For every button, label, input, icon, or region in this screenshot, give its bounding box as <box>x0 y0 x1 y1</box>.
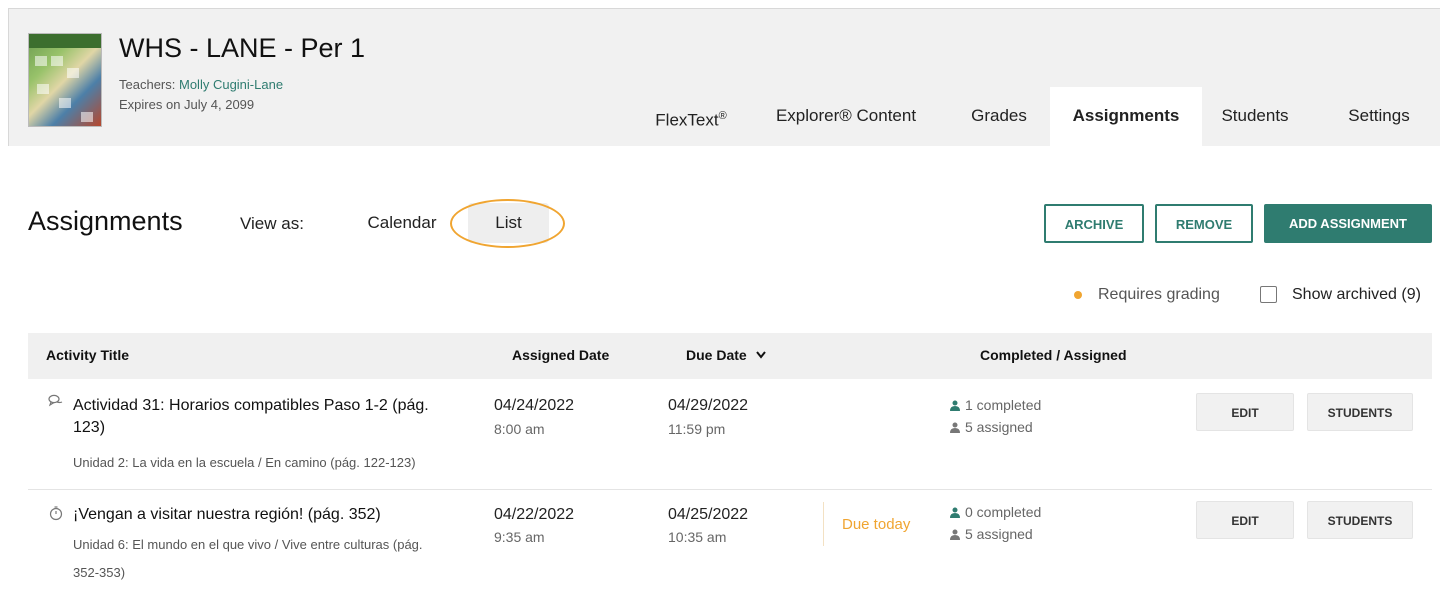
archive-button[interactable]: ARCHIVE <box>1044 204 1144 243</box>
highlight-circle <box>450 199 565 248</box>
due-time: 10:35 am <box>668 529 727 545</box>
due-date: 04/29/2022 <box>668 397 749 414</box>
requires-grading-dot-icon <box>1074 291 1082 299</box>
show-archived-checkbox[interactable] <box>1260 286 1277 303</box>
requires-grading-label: Requires grading <box>1098 286 1220 303</box>
header-due-date[interactable]: Due Date <box>686 347 767 363</box>
table-header: Activity Title Assigned Date Due Date Co… <box>28 333 1432 379</box>
students-button[interactable]: STUDENTS <box>1307 393 1413 431</box>
page-title: Assignments <box>28 206 183 236</box>
activity-title-link[interactable]: Actividad 31: Horarios compatibles Paso … <box>73 395 429 439</box>
assigned-time: 8:00 am <box>494 421 545 437</box>
assigned-time: 9:35 am <box>494 529 545 545</box>
edit-button[interactable]: EDIT <box>1196 393 1294 431</box>
due-date: 04/25/2022 <box>668 506 749 523</box>
table-row: ¡Vengan a visitar nuestra región! (pág. … <box>28 490 1432 593</box>
person-icon <box>950 400 960 411</box>
due-time: 11:59 pm <box>668 421 726 437</box>
tab-students[interactable]: Students <box>1205 87 1305 147</box>
assigned-count: 5 assigned <box>950 526 1033 542</box>
chevron-down-icon <box>755 351 766 359</box>
add-assignment-button[interactable]: ADD ASSIGNMENT <box>1264 204 1432 243</box>
due-today-badge: Due today <box>842 516 911 533</box>
person-icon <box>950 422 960 433</box>
activity-unit-text: Unidad 6: El mundo en el que vivo / Vive… <box>73 537 423 580</box>
edit-button[interactable]: EDIT <box>1196 501 1294 539</box>
stopwatch-icon <box>49 506 63 521</box>
completed-count: 0 completed <box>950 504 1041 520</box>
remove-button[interactable]: REMOVE <box>1155 204 1253 243</box>
view-calendar-button[interactable]: Calendar <box>352 203 452 243</box>
assigned-date: 04/24/2022 <box>494 397 575 414</box>
speech-bubbles-icon <box>48 394 63 407</box>
tab-grades[interactable]: Grades <box>959 87 1039 147</box>
due-status-divider <box>823 502 824 546</box>
assigned-count: 5 assigned <box>950 419 1033 435</box>
students-button[interactable]: STUDENTS <box>1307 501 1413 539</box>
header-activity-title: Activity Title <box>46 347 129 363</box>
person-icon <box>950 507 960 518</box>
course-header: WHS - LANE - Per 1 Teachers: Molly Cugin… <box>8 8 1440 147</box>
show-archived-label[interactable]: Show archived (9) <box>1292 286 1421 304</box>
header-completed-assigned: Completed / Assigned <box>980 347 1127 363</box>
person-icon <box>950 529 960 540</box>
completed-count: 1 completed <box>950 397 1041 413</box>
activity-title-link[interactable]: ¡Vengan a visitar nuestra región! (pág. … <box>73 504 381 526</box>
tab-explorer-content[interactable]: Explorer® Content <box>761 87 931 147</box>
assigned-date: 04/22/2022 <box>494 506 575 523</box>
table-row: Actividad 31: Horarios compatibles Paso … <box>28 379 1432 489</box>
course-tabs: FlexText® Explorer® Content Grades Assig… <box>9 9 1440 147</box>
tab-assignments[interactable]: Assignments <box>1050 87 1202 147</box>
view-as-label: View as: <box>240 214 304 233</box>
header-assigned-date[interactable]: Assigned Date <box>512 347 609 363</box>
tab-flextext[interactable]: FlexText® <box>636 87 746 147</box>
tab-settings[interactable]: Settings <box>1331 87 1427 147</box>
activity-unit-text: Unidad 2: La vida en la escuela / En cam… <box>73 455 416 470</box>
